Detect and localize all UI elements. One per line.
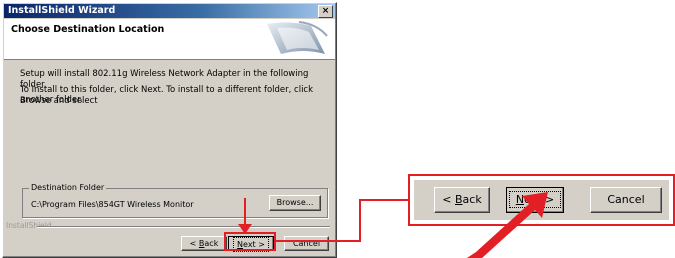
zoom-next-rest: ext >: [524, 193, 555, 206]
footer-divider: [37, 226, 330, 228]
back-prefix: <: [189, 239, 199, 248]
cancel-button[interactable]: Cancel: [284, 236, 329, 251]
browse-button[interactable]: Browse...: [269, 195, 321, 211]
next-button[interactable]: Next >: [228, 236, 274, 252]
instruction-text-2: another folder.: [20, 95, 83, 105]
back-button[interactable]: < Back: [181, 236, 227, 251]
destination-folder-legend: Destination Folder: [29, 183, 107, 192]
zoom-back-button[interactable]: < Back: [434, 187, 490, 213]
next-focus-ring: Next >: [233, 237, 269, 252]
back-rest: ack: [204, 239, 219, 248]
installshield-wizard-window: InstallShield Wizard × Choose Destinatio…: [2, 2, 337, 258]
destination-path: C:\Program Files\854GT Wireless Monitor: [31, 200, 194, 209]
zoom-back-key: B: [455, 193, 463, 206]
zoomed-button-panel: < Back Next > Cancel: [408, 174, 675, 226]
page-title: Choose Destination Location: [11, 24, 165, 35]
zoom-next-button[interactable]: Next >: [506, 187, 564, 213]
window-title: InstallShield Wizard: [8, 5, 116, 16]
next-rest: ext >: [243, 240, 265, 249]
zoom-next-key: N: [515, 193, 525, 206]
destination-folder-group: Destination Folder C:\Program Files\854G…: [22, 183, 328, 218]
cancel-label: Cancel: [292, 239, 321, 248]
close-icon: ×: [321, 6, 330, 16]
header-graphic-icon: [267, 21, 328, 54]
zoom-next-focus-ring: Next >: [508, 191, 562, 208]
zoom-cancel-label: Cancel: [607, 193, 645, 206]
zoom-cancel-button[interactable]: Cancel: [590, 187, 662, 213]
browse-button-label: Browse...: [276, 198, 314, 207]
wizard-header: Choose Destination Location: [4, 19, 335, 60]
zoom-back-rest: ack: [462, 193, 482, 206]
title-bar: InstallShield Wizard ×: [4, 4, 335, 18]
close-button[interactable]: ×: [318, 5, 333, 18]
zoom-back-prefix: <: [442, 193, 455, 206]
